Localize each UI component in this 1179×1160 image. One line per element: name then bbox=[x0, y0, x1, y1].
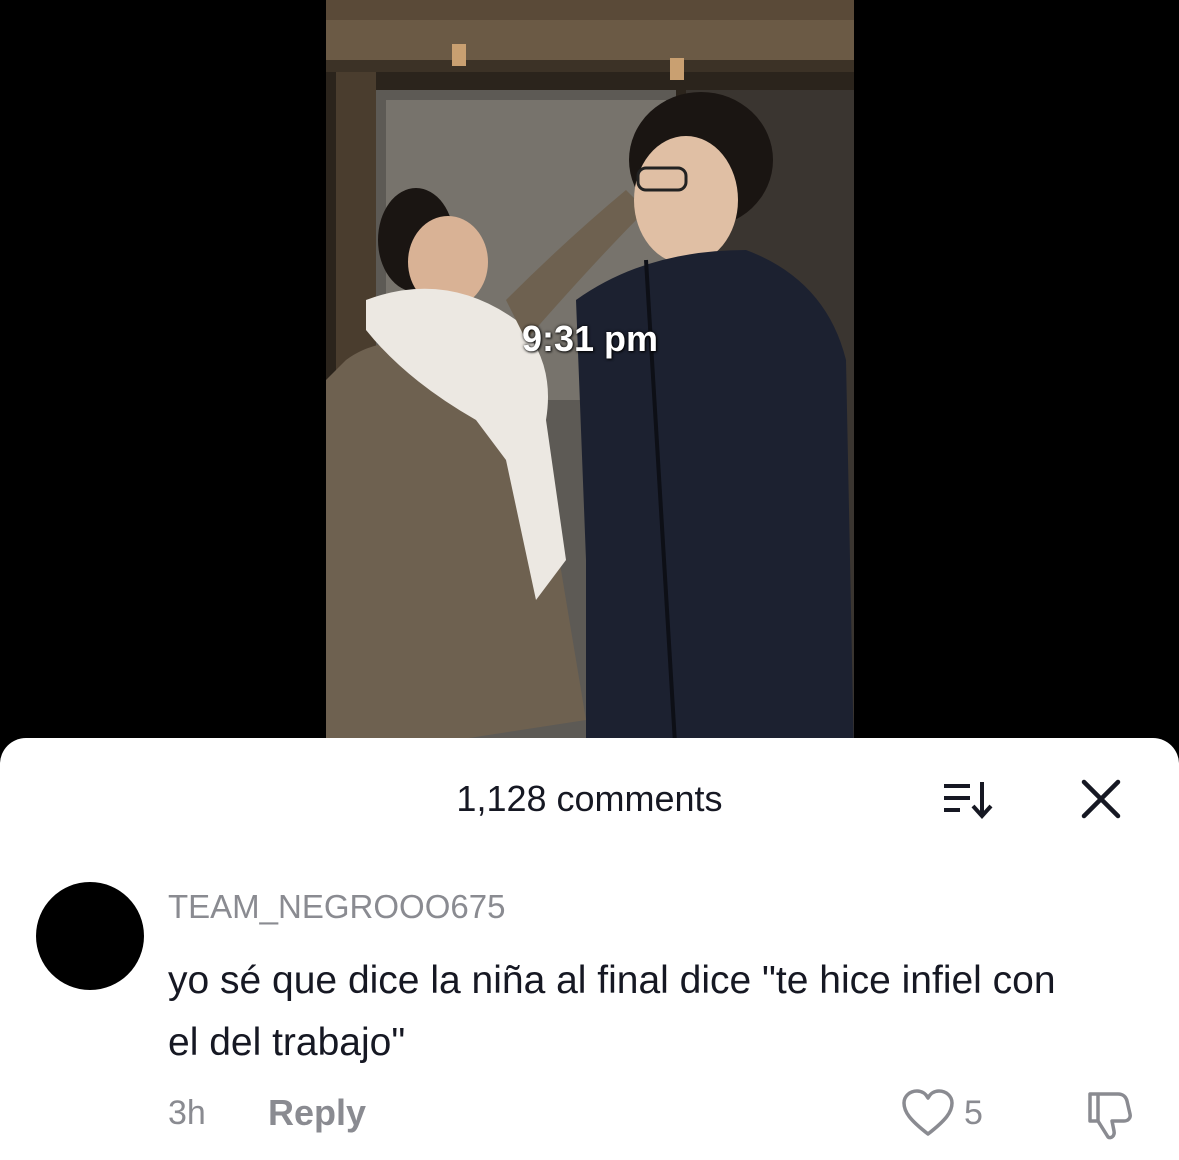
comment-username[interactable]: TEAM_NEGROOO675 bbox=[168, 888, 505, 926]
comment-item: TEAM_NEGROOO675 yo sé que dice la niña a… bbox=[0, 878, 1179, 1158]
comments-header: 1,128 comments bbox=[0, 738, 1179, 858]
sort-icon[interactable] bbox=[940, 778, 996, 822]
like-count: 5 bbox=[964, 1094, 983, 1132]
comments-sheet: 1,128 comments TEAM_NEGROOO675 yo sé que… bbox=[0, 738, 1179, 1160]
comment-text: yo sé que dice la niña al final dice "te… bbox=[168, 959, 1056, 1064]
video-scene-illustration bbox=[326, 0, 854, 760]
heart-outline-icon[interactable] bbox=[900, 1088, 956, 1140]
close-icon[interactable] bbox=[1078, 776, 1124, 822]
avatar[interactable] bbox=[36, 882, 144, 990]
reply-button[interactable]: Reply bbox=[268, 1092, 366, 1134]
video-frame[interactable]: 9:31 pm bbox=[326, 0, 854, 760]
thumbs-down-icon[interactable] bbox=[1080, 1088, 1134, 1142]
video-overlay-time-text: 9:31 pm bbox=[521, 318, 659, 359]
comment-timestamp: 3h bbox=[168, 1094, 206, 1132]
comment-count-title: 1,128 comments bbox=[456, 778, 723, 819]
video-player[interactable]: 9:31 pm bbox=[0, 0, 1179, 760]
